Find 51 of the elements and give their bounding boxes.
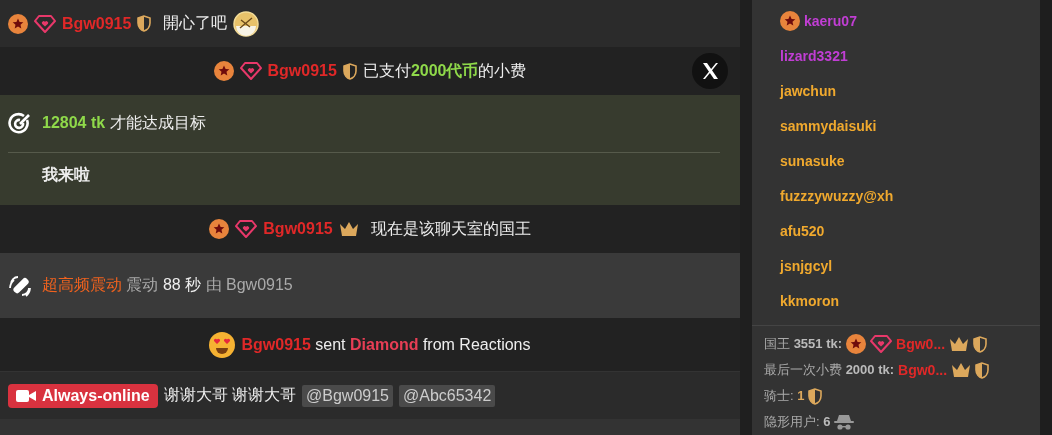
star-badge-icon — [213, 61, 234, 81]
close-button[interactable] — [692, 53, 728, 89]
tip-message: 已支付2000代币的小费 — [362, 60, 527, 81]
goal-note: 我来啦 — [42, 165, 90, 185]
reaction-text: Bgw0915 sent Diamond from Reactions — [241, 335, 531, 354]
user-name[interactable]: fuzzzywuzzy@xh — [780, 187, 894, 204]
shield-icon — [808, 387, 823, 405]
goal-text: 12804 tk 才能达成目标 — [42, 113, 206, 133]
user-name[interactable]: kkmoron — [780, 292, 840, 309]
close-icon — [701, 62, 719, 80]
star-badge-icon — [846, 334, 867, 354]
vibration-icon — [8, 273, 32, 298]
star-badge-icon — [209, 219, 230, 239]
diamond-icon — [870, 334, 893, 354]
crown-icon — [949, 336, 970, 352]
vibration-text: 超高频震动 震动 88 秒 由 Bgw0915 — [42, 275, 293, 295]
diamond-icon — [235, 219, 258, 239]
stat-label: 隐形用户: 6 — [764, 413, 831, 431]
username[interactable]: Bgw0915 — [267, 62, 337, 80]
star-badge-icon — [8, 13, 28, 34]
shield-icon — [137, 15, 152, 32]
user-name[interactable]: sunasuke — [780, 152, 845, 169]
diamond-icon — [239, 61, 262, 81]
stat-label: 国王 3551 tk: — [764, 335, 843, 353]
mention-tag[interactable]: @Bgw0915 — [302, 384, 393, 407]
username[interactable]: Bgw0915 — [263, 220, 333, 238]
emoji-icon — [233, 10, 260, 37]
username[interactable]: Bgw0915 — [62, 14, 132, 33]
status-badge: Always-online — [8, 383, 158, 408]
message-text: 開心了吧 — [163, 13, 228, 33]
stat-label: 最后一次小费 2000 tk: — [764, 361, 895, 379]
user-name[interactable]: lizard3321 — [780, 47, 848, 64]
shield-icon — [973, 335, 988, 353]
message-text: 谢谢大哥 谢谢大哥 — [163, 385, 297, 405]
diamond-icon — [34, 13, 56, 34]
target-icon — [8, 111, 32, 136]
user-name[interactable]: jsnjgcyl — [780, 257, 833, 274]
shield-icon — [975, 361, 990, 379]
crown-icon — [951, 362, 972, 378]
user-name[interactable]: sammydaisuki — [780, 117, 877, 134]
user-name[interactable]: kaeru07 — [804, 12, 857, 29]
notice-text: 现在是该聊天室的国王 — [370, 218, 531, 239]
shield-icon — [342, 62, 357, 80]
spy-icon — [834, 414, 855, 430]
video-camera-icon — [16, 388, 36, 403]
crown-icon — [338, 221, 359, 237]
user-name[interactable]: jawchun — [780, 82, 836, 99]
stat-label: 骑士: 1 — [764, 387, 805, 405]
heart-eyes-emoji-icon — [209, 331, 236, 358]
mention-tag[interactable]: @Abc65342 — [399, 384, 496, 407]
user-name[interactable]: afu520 — [780, 222, 825, 239]
